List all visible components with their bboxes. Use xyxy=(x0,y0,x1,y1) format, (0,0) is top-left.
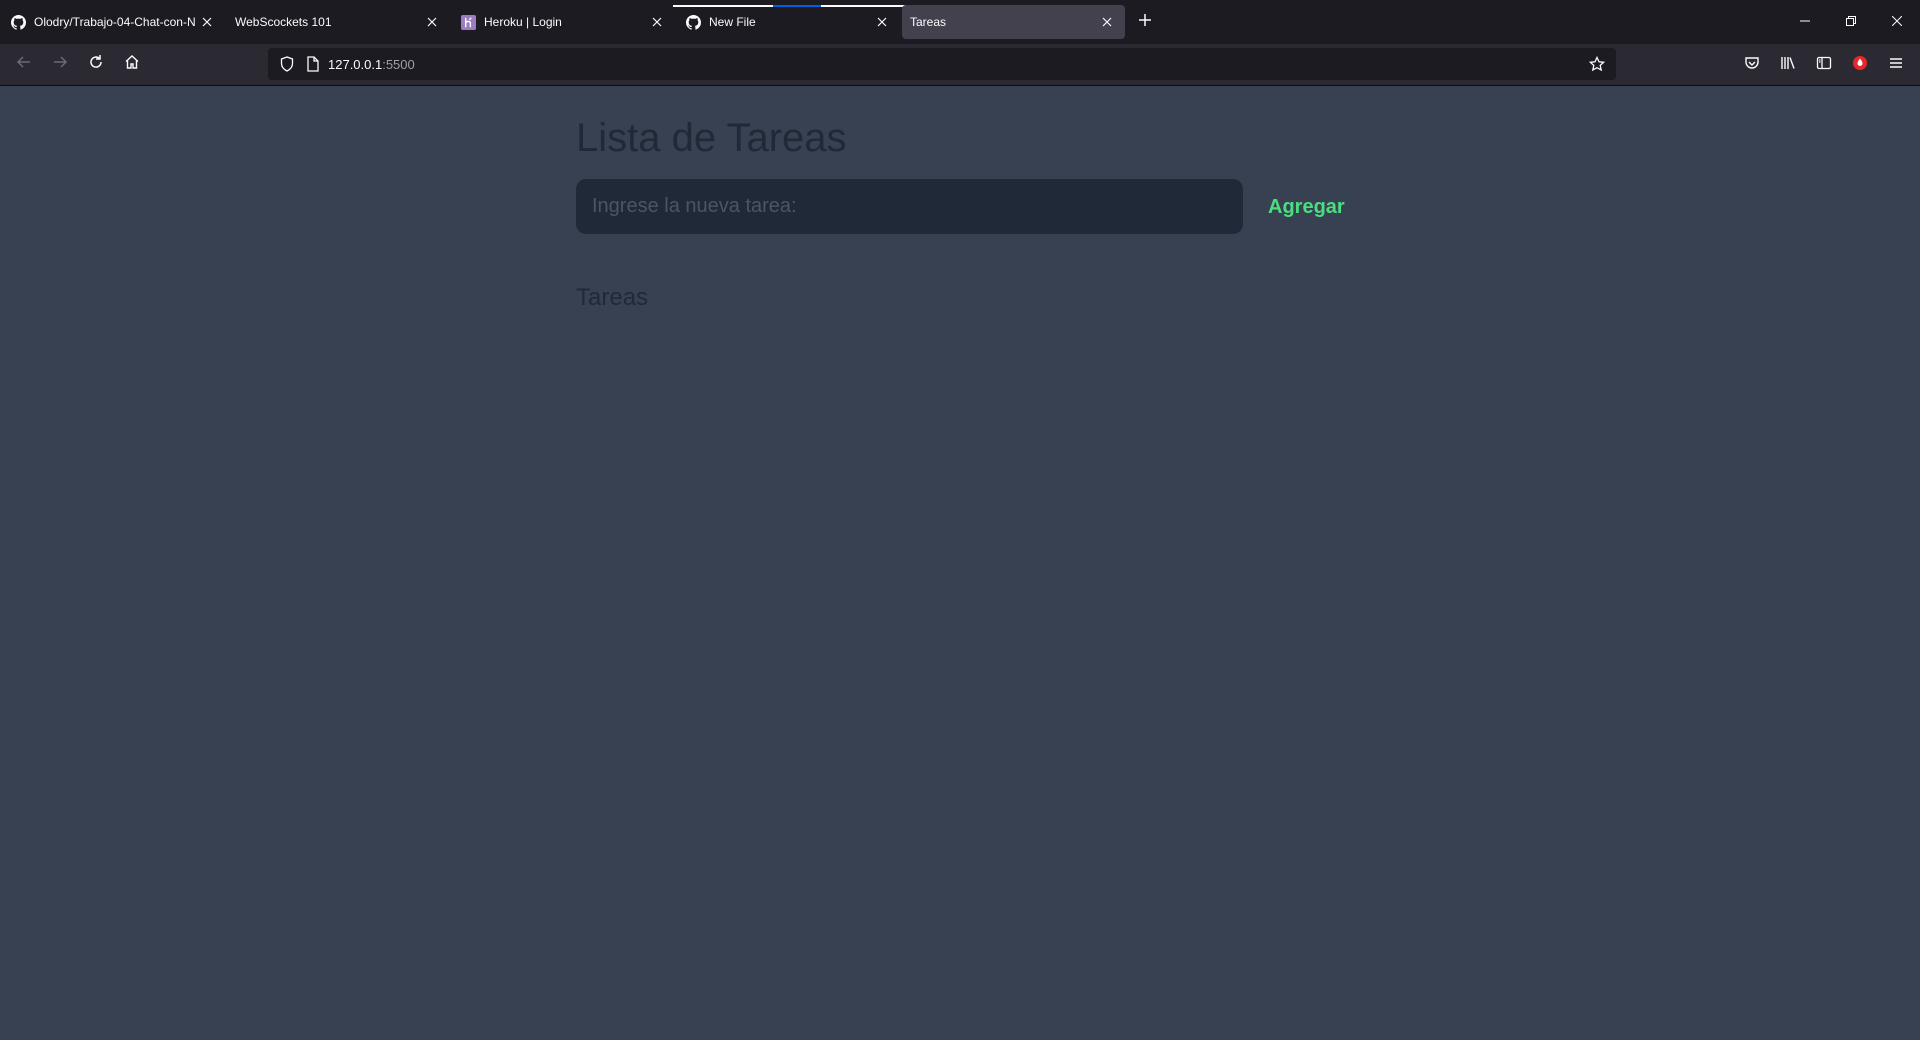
github-icon xyxy=(10,14,26,30)
close-window-button[interactable] xyxy=(1874,0,1920,44)
tab-new-file[interactable]: New File xyxy=(673,5,921,39)
tab-tareas[interactable]: Tareas xyxy=(902,5,1125,39)
tab-loading-indicator xyxy=(773,5,821,7)
window-controls xyxy=(1782,0,1920,44)
tab-title: Olodry/Trabajo-04-Chat-con-N xyxy=(34,15,196,29)
hamburger-menu-icon xyxy=(1888,55,1904,76)
navigation-toolbar: 127.0.0.1:5500 xyxy=(0,44,1920,86)
tab-loading-indicator xyxy=(673,5,773,7)
tab-strip: Olodry/Trabajo-04-Chat-con-N WebScockets… xyxy=(0,0,1920,44)
url-host: 127.0.0.1 xyxy=(328,56,383,72)
tab-title: Heroku | Login xyxy=(484,15,562,29)
menu-button[interactable] xyxy=(1880,49,1912,81)
extension-button[interactable] xyxy=(1844,49,1876,81)
tab-title: New File xyxy=(709,15,756,29)
toolbar-extensions xyxy=(1732,49,1912,81)
forward-button[interactable] xyxy=(44,49,76,81)
tab-list: Olodry/Trabajo-04-Chat-con-N WebScockets… xyxy=(0,0,1163,44)
home-button[interactable] xyxy=(116,49,148,81)
address-bar[interactable]: 127.0.0.1:5500 xyxy=(268,48,1616,80)
close-icon[interactable] xyxy=(1097,12,1117,32)
back-button[interactable] xyxy=(8,49,40,81)
add-task-button[interactable]: Agregar xyxy=(1260,186,1353,228)
arrow-left-icon xyxy=(16,54,32,75)
close-icon xyxy=(1891,13,1903,31)
tab-websockets[interactable]: WebScockets 101 xyxy=(227,5,450,39)
github-icon xyxy=(685,14,701,30)
new-tab-button[interactable] xyxy=(1127,5,1163,39)
page-content: Lista de Tareas Agregar Tareas xyxy=(0,86,1920,1040)
minimize-icon xyxy=(1800,13,1810,31)
close-icon[interactable] xyxy=(872,12,892,32)
heroku-icon xyxy=(460,14,476,30)
pocket-icon xyxy=(1744,55,1760,76)
plus-icon xyxy=(1138,13,1152,32)
reload-button[interactable] xyxy=(80,49,112,81)
tab-github-repo[interactable]: Olodry/Trabajo-04-Chat-con-N xyxy=(2,5,225,39)
sidebar-button[interactable] xyxy=(1808,49,1840,81)
reload-icon xyxy=(88,54,104,75)
page-icon[interactable] xyxy=(302,53,324,75)
bookmark-star-icon[interactable] xyxy=(1586,53,1608,75)
tasks-section-title: Tareas xyxy=(576,284,649,311)
pocket-button[interactable] xyxy=(1736,49,1768,81)
restore-button[interactable] xyxy=(1828,0,1874,44)
url-port: :5500 xyxy=(382,56,415,72)
extension-badge-icon xyxy=(1852,55,1868,76)
home-icon xyxy=(124,54,140,75)
tab-heroku[interactable]: Heroku | Login xyxy=(452,5,675,39)
arrow-right-icon xyxy=(52,54,68,75)
minimize-button[interactable] xyxy=(1782,0,1828,44)
tab-title: WebScockets 101 xyxy=(235,15,332,29)
sidebar-icon xyxy=(1816,55,1832,76)
close-icon[interactable] xyxy=(422,12,442,32)
new-task-input[interactable] xyxy=(576,179,1243,234)
library-icon xyxy=(1780,55,1796,76)
shield-icon[interactable] xyxy=(276,53,298,75)
tab-title: Tareas xyxy=(910,15,947,29)
library-button[interactable] xyxy=(1772,49,1804,81)
close-icon[interactable] xyxy=(647,12,667,32)
close-icon[interactable] xyxy=(197,12,217,32)
page-title: Lista de Tareas xyxy=(576,116,847,160)
restore-icon xyxy=(1846,13,1856,31)
